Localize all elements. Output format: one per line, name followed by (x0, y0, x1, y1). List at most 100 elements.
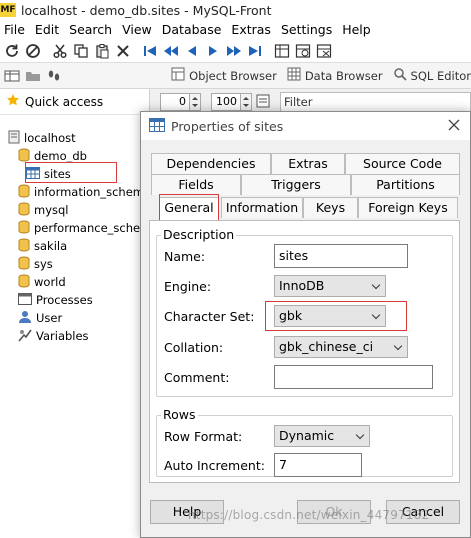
menu-edit[interactable]: Edit (30, 22, 64, 37)
name-label: Name: (164, 249, 206, 264)
tab-information[interactable]: Information (221, 197, 303, 218)
view-toolbar-left (0, 66, 65, 86)
tab-source-code[interactable]: Source Code (345, 153, 460, 174)
database-icon (18, 220, 30, 237)
offset-input[interactable]: 0 (160, 93, 190, 111)
grid-edit-icon[interactable] (272, 41, 292, 61)
charset-label: Character Set: (164, 309, 255, 324)
last-record-icon[interactable] (245, 41, 265, 61)
database-icon (18, 274, 30, 291)
quick-access-label: Quick access (25, 94, 104, 109)
menu-view[interactable]: View (117, 22, 157, 37)
folder-icon[interactable] (23, 66, 43, 86)
tree-item-label: sys (34, 257, 53, 271)
tab-foreign-keys[interactable]: Foreign Keys (358, 197, 458, 218)
next-record-icon[interactable] (203, 41, 223, 61)
collation-value: gbk_chinese_ci (279, 339, 374, 354)
tab-fields[interactable]: Fields (151, 174, 241, 195)
database-icon (18, 184, 30, 201)
paste-icon[interactable] (92, 41, 112, 61)
rows-group: Rows Row Format: Dynamic Auto Increment:… (156, 407, 453, 477)
auto-increment-field[interactable]: 7 (274, 453, 362, 477)
menu-settings[interactable]: Settings (276, 22, 337, 37)
menu-help[interactable]: Help (337, 22, 376, 37)
prev-page-icon[interactable] (161, 41, 181, 61)
database-icon (18, 238, 30, 255)
menu-search[interactable]: Search (64, 22, 117, 37)
navigator-panel: Quick access localhost demo_db sites inf… (0, 89, 158, 538)
title-bar: MF localhost - demo_db.sites - MySQL-Fro… (0, 0, 471, 20)
layout-icon[interactable] (2, 66, 22, 86)
menu-file[interactable]: File (0, 22, 30, 37)
row-format-label: Row Format: (164, 429, 243, 444)
limit-input[interactable]: 100 (211, 93, 241, 111)
tree-item-variables[interactable]: Variables (18, 327, 89, 345)
engine-value: InnoDB (279, 278, 325, 293)
app-window: MF localhost - demo_db.sites - MySQL-Fro… (0, 0, 471, 538)
limit-spinner[interactable] (241, 93, 252, 111)
chevron-down-icon (393, 341, 403, 351)
footprints-icon[interactable] (44, 66, 64, 86)
collation-select[interactable]: gbk_chinese_ci (274, 336, 408, 358)
tree-item-label: localhost (24, 131, 76, 145)
tree-item-mysql[interactable]: mysql (18, 201, 69, 219)
highlight-box-charset (265, 301, 407, 331)
stop-icon[interactable] (23, 41, 43, 61)
tree-item-sys[interactable]: sys (18, 255, 53, 273)
tree-item-processes[interactable]: Processes (18, 291, 93, 309)
view-toolbar: Object Browser Data Browser SQL Editor (0, 63, 471, 89)
tab-keys[interactable]: Keys (303, 197, 358, 218)
data-browser-button[interactable]: Data Browser (287, 67, 383, 84)
quick-access[interactable]: Quick access (0, 89, 150, 115)
close-icon[interactable] (446, 117, 462, 133)
grid-cancel-icon[interactable] (314, 41, 334, 61)
table-icon (149, 117, 165, 135)
offset-spinner[interactable] (190, 93, 201, 111)
tree-item-label: Processes (36, 293, 93, 307)
object-browser-button[interactable]: Object Browser (171, 67, 277, 84)
comment-field[interactable] (274, 365, 433, 389)
copy-icon[interactable] (71, 41, 91, 61)
data-browser-label: Data Browser (304, 68, 383, 83)
refresh-icon[interactable] (2, 41, 22, 61)
delete-icon[interactable] (113, 41, 133, 61)
general-tab-panel: Description Name: sites Engine: InnoDB C… (149, 220, 460, 483)
first-record-icon[interactable] (140, 41, 160, 61)
database-icon (18, 202, 30, 219)
menu-extras[interactable]: Extras (226, 22, 276, 37)
limit-toggle-icon[interactable] (256, 94, 270, 111)
tree-item-label: Variables (36, 329, 89, 343)
rows-group-title: Rows (161, 407, 198, 422)
highlight-box-general (159, 194, 219, 222)
row-format-select[interactable]: Dynamic (274, 425, 370, 447)
tree-item-sakila[interactable]: sakila (18, 237, 67, 255)
tab-triggers[interactable]: Triggers (241, 174, 351, 195)
menu-database[interactable]: Database (157, 22, 227, 37)
tab-partitions[interactable]: Partitions (351, 174, 460, 195)
tree-item-label: demo_db (34, 149, 87, 163)
description-group-title: Description (161, 227, 237, 242)
dialog-title: Properties of sites (171, 118, 284, 134)
cut-icon[interactable] (50, 41, 70, 61)
tree-item-users[interactable]: User (18, 309, 62, 327)
prev-record-icon[interactable] (182, 41, 202, 61)
variables-icon (18, 328, 32, 345)
sql-editor-button[interactable]: SQL Editor (393, 67, 471, 84)
watermark: https://blog.csdn.net/weixin_44797182 (188, 508, 430, 522)
properties-dialog: Properties of sites Dependencies Extras … (140, 111, 471, 538)
name-field[interactable]: sites (274, 244, 408, 268)
tree-item-performance-schema[interactable]: performance_schema (18, 219, 158, 237)
next-page-icon[interactable] (224, 41, 244, 61)
filter-input[interactable]: Filter (280, 92, 471, 112)
tree-item-label: mysql (34, 203, 69, 217)
tree-item-localhost[interactable]: localhost (8, 129, 76, 147)
window-title: localhost - demo_db.sites - MySQL-Front (21, 2, 272, 18)
engine-select[interactable]: InnoDB (274, 275, 386, 297)
tree-item-world[interactable]: world (18, 273, 66, 291)
tree-item-information-schema[interactable]: information_schema (18, 183, 151, 201)
tab-dependencies[interactable]: Dependencies (151, 153, 271, 174)
grid-post-icon[interactable] (293, 41, 313, 61)
tab-extras[interactable]: Extras (271, 153, 345, 174)
star-icon (6, 93, 20, 110)
data-browser-icon (287, 67, 301, 84)
